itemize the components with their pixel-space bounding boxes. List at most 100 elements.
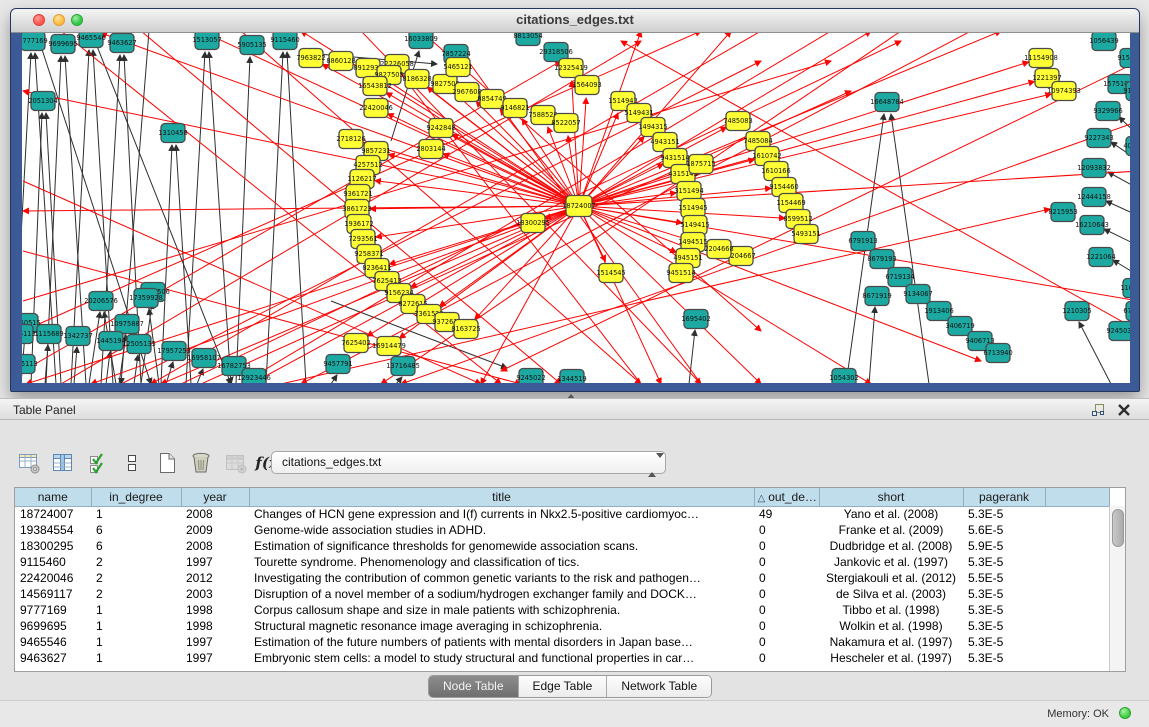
new-column-icon[interactable] [152, 448, 182, 478]
table-selector-dropdown[interactable]: citations_edges.txt [271, 451, 666, 474]
table-cell[interactable]: 1998 [181, 618, 249, 634]
table-cell[interactable]: 2 [91, 554, 181, 570]
table-cell[interactable]: Dudbridge et al. (2008) [819, 538, 963, 554]
table-cell[interactable]: 2012 [181, 570, 249, 586]
table-cell[interactable]: 0 [754, 602, 819, 618]
column-header[interactable]: △out_de… [754, 488, 819, 506]
tab-network-table[interactable]: Network Table [606, 676, 711, 697]
table-cell[interactable]: 1997 [181, 634, 249, 650]
float-panel-icon[interactable] [1091, 403, 1105, 417]
table-cell[interactable]: 22420046 [15, 570, 91, 586]
table-mode-icon[interactable] [14, 448, 44, 478]
table-cell[interactable]: 6 [91, 538, 181, 554]
close-panel-icon[interactable] [1117, 403, 1131, 417]
column-header[interactable]: in_degree [91, 488, 181, 506]
table-cell[interactable]: 0 [754, 618, 819, 634]
table-cell[interactable]: 9465546 [15, 634, 91, 650]
table-cell[interactable]: 1 [91, 650, 181, 666]
table-cell[interactable]: 0 [754, 634, 819, 650]
table-cell[interactable]: 2003 [181, 586, 249, 602]
table-row[interactable]: 1938455462009Genome-wide association stu… [15, 522, 1109, 538]
table-cell[interactable]: 5.6E-5 [963, 522, 1045, 538]
table-cell[interactable]: 9115460 [15, 554, 91, 570]
table-cell[interactable]: 0 [754, 586, 819, 602]
table-cell[interactable]: 5.9E-5 [963, 538, 1045, 554]
table-cell[interactable]: Tibbo et al. (1998) [819, 602, 963, 618]
table-cell[interactable]: Disruption of a novel member of a sodium… [249, 586, 754, 602]
table-cell[interactable]: 49 [754, 506, 819, 522]
row-icon[interactable] [117, 448, 147, 478]
table-cell[interactable]: 1998 [181, 602, 249, 618]
table-cell[interactable] [1045, 522, 1109, 538]
table-cell[interactable]: 5.3E-5 [963, 634, 1045, 650]
table-cell[interactable]: Genome-wide association studies in ADHD. [249, 522, 754, 538]
table-cell[interactable]: Corpus callosum shape and size in male p… [249, 602, 754, 618]
table-cell[interactable] [1045, 634, 1109, 650]
table-cell[interactable]: 1 [91, 602, 181, 618]
table-cell[interactable]: Estimation of significance thresholds fo… [249, 538, 754, 554]
table-cell[interactable] [1045, 554, 1109, 570]
table-cell[interactable] [1045, 506, 1109, 522]
table-scrollbar[interactable] [1109, 506, 1125, 671]
table-cell[interactable]: Structural magnetic resonance image aver… [249, 618, 754, 634]
table-cell[interactable]: 14569117 [15, 586, 91, 602]
table-cell[interactable]: 2 [91, 586, 181, 602]
delete-column-icon[interactable] [186, 448, 216, 478]
table-cell[interactable]: 2 [91, 570, 181, 586]
table-cell[interactable] [1045, 650, 1109, 666]
column-header[interactable]: pagerank [963, 488, 1045, 506]
table-cell[interactable]: Hescheler et al. (1997) [819, 650, 963, 666]
table-cell[interactable]: 0 [754, 570, 819, 586]
table-cell[interactable]: 2008 [181, 538, 249, 554]
table-cell[interactable] [1045, 570, 1109, 586]
table-cell[interactable]: 5.3E-5 [963, 650, 1045, 666]
table-cell[interactable]: Nakamura et al. (1997) [819, 634, 963, 650]
table-cell[interactable]: 1 [91, 634, 181, 650]
select-all-icon[interactable] [83, 448, 113, 478]
table-cell[interactable]: 5.3E-5 [963, 602, 1045, 618]
table-cell[interactable]: Tourette syndrome. Phenomenology and cla… [249, 554, 754, 570]
table-cell[interactable]: 2009 [181, 522, 249, 538]
table-row[interactable]: 2242004622012Investigating the contribut… [15, 570, 1109, 586]
table-cell[interactable]: Estimation of the future numbers of pati… [249, 634, 754, 650]
table-cell[interactable]: de Silva et al. (2003) [819, 586, 963, 602]
table-cell[interactable]: 9777169 [15, 602, 91, 618]
column-header[interactable]: name [15, 488, 91, 506]
table-cell[interactable]: Yano et al. (2008) [819, 506, 963, 522]
table-row[interactable]: 977716911998Corpus callosum shape and si… [15, 602, 1109, 618]
table-row[interactable]: 946554611997Estimation of the future num… [15, 634, 1109, 650]
table-row[interactable]: 1872400712008Changes of HCN gene express… [15, 506, 1109, 522]
tab-node-table[interactable]: Node Table [429, 676, 518, 697]
table-cell[interactable]: 0 [754, 650, 819, 666]
table-row[interactable]: 969969511998Structural magnetic resonanc… [15, 618, 1109, 634]
table-cell[interactable]: 9463627 [15, 650, 91, 666]
table-cell[interactable]: 1997 [181, 554, 249, 570]
table-cell[interactable] [1045, 538, 1109, 554]
window-titlebar[interactable]: citations_edges.txt [11, 9, 1139, 33]
column-header[interactable]: year [181, 488, 249, 506]
tab-edge-table[interactable]: Edge Table [518, 676, 607, 697]
table-cell[interactable]: 6 [91, 522, 181, 538]
table-cell[interactable]: 1997 [181, 650, 249, 666]
table-cell[interactable]: 5.3E-5 [963, 618, 1045, 634]
table-cell[interactable]: 5.3E-5 [963, 554, 1045, 570]
column-header[interactable]: short [819, 488, 963, 506]
table-cell[interactable]: 2008 [181, 506, 249, 522]
table-cell[interactable]: 18300295 [15, 538, 91, 554]
table-cell[interactable]: Franke et al. (2009) [819, 522, 963, 538]
table-cell[interactable]: 9699695 [15, 618, 91, 634]
table-cell[interactable]: 0 [754, 538, 819, 554]
table-scrollbar-thumb[interactable] [1112, 509, 1124, 547]
table-cell[interactable]: 5.3E-5 [963, 506, 1045, 522]
table-cell[interactable]: 5.5E-5 [963, 570, 1045, 586]
table-cell[interactable]: Wolkin et al. (1998) [819, 618, 963, 634]
table-cell[interactable]: 0 [754, 522, 819, 538]
table-cell[interactable]: 1 [91, 506, 181, 522]
table-cell[interactable]: 1 [91, 618, 181, 634]
show-columns-icon[interactable] [48, 448, 78, 478]
table-cell[interactable]: 19384554 [15, 522, 91, 538]
table-row[interactable]: 946362711997Embryonic stem cells: a mode… [15, 650, 1109, 666]
table-cell[interactable] [1045, 602, 1109, 618]
table-cell[interactable]: 5.3E-5 [963, 586, 1045, 602]
table-cell[interactable]: Jankovic et al. (1997) [819, 554, 963, 570]
